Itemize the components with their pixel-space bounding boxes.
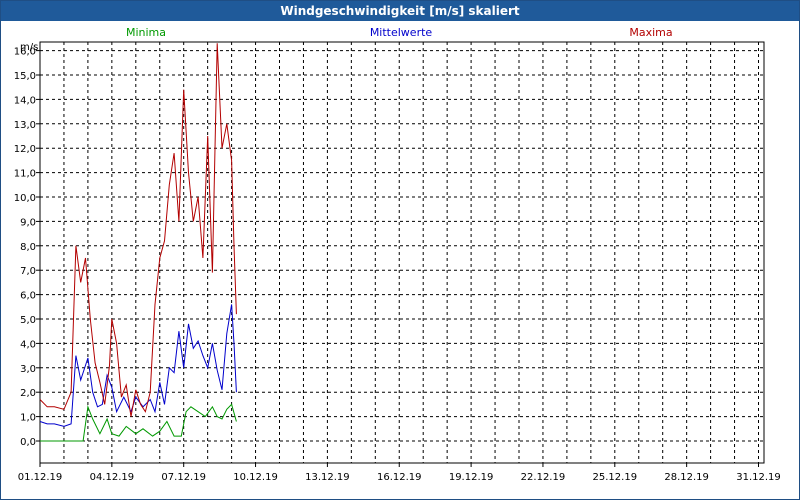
- y-tick-label: 9,0: [20, 217, 36, 228]
- y-tick-label: 15,0: [14, 71, 36, 82]
- x-tick-label: 22.12.19: [521, 472, 566, 483]
- y-axis-label: m/s: [20, 42, 38, 53]
- y-tick-label: 12,0: [14, 144, 36, 155]
- wind-speed-chart: 0,0 1,0 2,0 3,0 4,0 5,0 6,0 7,0 8,0 9,0 10,0 11,0 12…: [14, 41, 781, 483]
- y-tick-label: 5,0: [20, 315, 36, 326]
- y-tick-label: 11,0: [14, 169, 36, 180]
- x-tick-label: 01.12.19: [18, 472, 63, 483]
- y-tick-label: 6,0: [20, 291, 36, 302]
- x-tick-label: 25.12.19: [593, 472, 638, 483]
- y-tick-label: 13,0: [14, 120, 36, 131]
- x-tick-label: 07.12.19: [161, 472, 206, 483]
- y-tick-label: 4,0: [20, 339, 36, 350]
- x-tick-label: 19.12.19: [449, 472, 494, 483]
- x-tick-label: 13.12.19: [305, 472, 350, 483]
- y-tick-label: 7,0: [20, 266, 36, 277]
- y-tick-label: 0,0: [20, 437, 36, 448]
- y-tick-label: 1,0: [20, 413, 36, 424]
- x-tick-label: 28.12.19: [664, 472, 709, 483]
- x-tick-label: 04.12.19: [90, 472, 135, 483]
- y-tick-label: 14,0: [14, 95, 36, 106]
- y-tick-label: 8,0: [20, 242, 36, 253]
- y-tick-label: 2,0: [20, 388, 36, 399]
- y-tick-label: 3,0: [20, 364, 36, 375]
- x-tick-label: 31.12.19: [736, 472, 781, 483]
- x-tick-label: 10.12.19: [233, 472, 278, 483]
- y-tick-label: 10,0: [14, 193, 36, 204]
- x-tick-label: 16.12.19: [377, 472, 422, 483]
